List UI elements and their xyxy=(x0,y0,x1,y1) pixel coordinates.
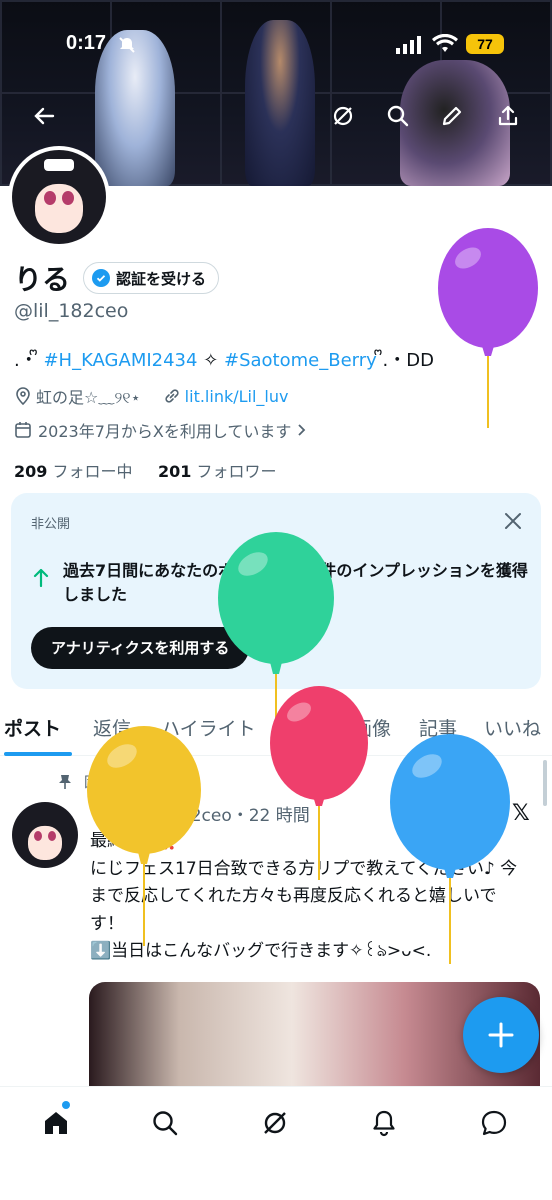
following-count: 209 xyxy=(14,462,48,481)
following-label: フォロー中 xyxy=(52,462,133,481)
profile-link[interactable]: lit.link/Lil_luv xyxy=(185,387,289,406)
active-tab-indicator xyxy=(4,752,72,756)
followers-link[interactable]: 201 フォロワー xyxy=(158,462,277,481)
back-button[interactable] xyxy=(24,96,64,136)
signal-icon xyxy=(396,36,421,54)
avatar-image xyxy=(12,150,106,244)
link-icon xyxy=(165,389,179,403)
profile-location: 虹の足☆﹏୨୧⋆ xyxy=(36,388,141,407)
balloon-red xyxy=(269,686,369,886)
pin-icon xyxy=(59,775,71,789)
bio-prefix: .・ᩚ xyxy=(14,350,44,371)
x-logo-icon: 𝕏 xyxy=(512,801,530,826)
profile-avatar[interactable] xyxy=(8,146,110,248)
tweet-avatar[interactable] xyxy=(12,802,78,868)
nav-notifications[interactable] xyxy=(364,1103,404,1143)
nav-home[interactable] xyxy=(36,1101,76,1143)
search-icon xyxy=(387,105,409,127)
trend-up-arrow-icon xyxy=(33,568,49,587)
wifi-icon xyxy=(432,34,458,52)
edit-button[interactable] xyxy=(432,96,472,136)
profile-name: りる xyxy=(14,263,71,296)
bio-suffix: ᩚ.・DD xyxy=(376,350,434,371)
grok-icon xyxy=(264,1112,286,1134)
following-link[interactable]: 209 フォロー中 xyxy=(14,462,133,481)
card-private-label: 非公開 xyxy=(31,517,71,532)
bell-icon xyxy=(373,1110,395,1137)
search-icon xyxy=(153,1111,178,1136)
profile-meta-row: 虹の足☆﹏୨୧⋆ lit.link/Lil_luv xyxy=(14,384,288,408)
nav-grok[interactable] xyxy=(255,1103,295,1143)
compose-post-button[interactable] xyxy=(463,997,539,1073)
share-icon xyxy=(498,105,518,126)
profile-handle: @lil_182ceo xyxy=(14,300,129,322)
scrollbar[interactable] xyxy=(543,760,547,806)
location-pin-icon xyxy=(16,387,30,405)
battery-indicator: 77 xyxy=(466,34,504,54)
verified-badge-icon xyxy=(92,269,110,287)
bottom-nav xyxy=(0,1086,552,1200)
bio-hashtag-1[interactable]: #H_KAGAMI2434 xyxy=(43,350,197,371)
messages-icon xyxy=(481,1110,507,1136)
balloon-yellow xyxy=(86,726,202,952)
chevron-right-icon xyxy=(298,424,306,436)
balloon-purple xyxy=(436,228,540,434)
search-button[interactable] xyxy=(378,96,418,136)
plus-icon xyxy=(488,1022,514,1048)
profile-joined[interactable]: 2023年7月からXを利用しています xyxy=(14,418,307,442)
grok-button[interactable] xyxy=(323,96,363,136)
share-button[interactable] xyxy=(488,96,528,136)
nav-search[interactable] xyxy=(145,1103,185,1143)
followers-count: 201 xyxy=(157,462,192,481)
follow-stats: 209 フォロー中 201 フォロワー xyxy=(14,458,276,482)
status-bar: 0:17 77 xyxy=(0,28,552,64)
back-arrow-icon xyxy=(34,107,55,125)
bio-mid: ✧ xyxy=(197,350,224,371)
calendar-icon xyxy=(15,422,31,438)
bio-hashtag-2[interactable]: #Saotome_Berry xyxy=(224,350,377,371)
status-time: 0:17 xyxy=(66,32,107,54)
followers-label: フォロワー xyxy=(196,462,277,481)
edit-icon xyxy=(442,106,462,126)
profile-bio: .・ᩚ #H_KAGAMI2434 ✧ #Saotome_Berry ᩚ.・DD xyxy=(14,346,434,376)
grok-icon xyxy=(333,106,353,126)
verify-label: 認証を受ける xyxy=(116,269,207,288)
close-icon[interactable] xyxy=(503,511,523,531)
tab-posts[interactable]: ポスト xyxy=(4,714,61,741)
bell-muted-icon xyxy=(119,37,135,53)
nav-messages[interactable] xyxy=(474,1103,514,1143)
home-notification-dot xyxy=(62,1101,70,1109)
balloon-blue xyxy=(389,734,511,970)
joined-text: 2023年7月からXを利用しています xyxy=(38,422,292,441)
verify-button[interactable]: 認証を受ける xyxy=(83,262,220,294)
home-icon xyxy=(45,1112,67,1134)
